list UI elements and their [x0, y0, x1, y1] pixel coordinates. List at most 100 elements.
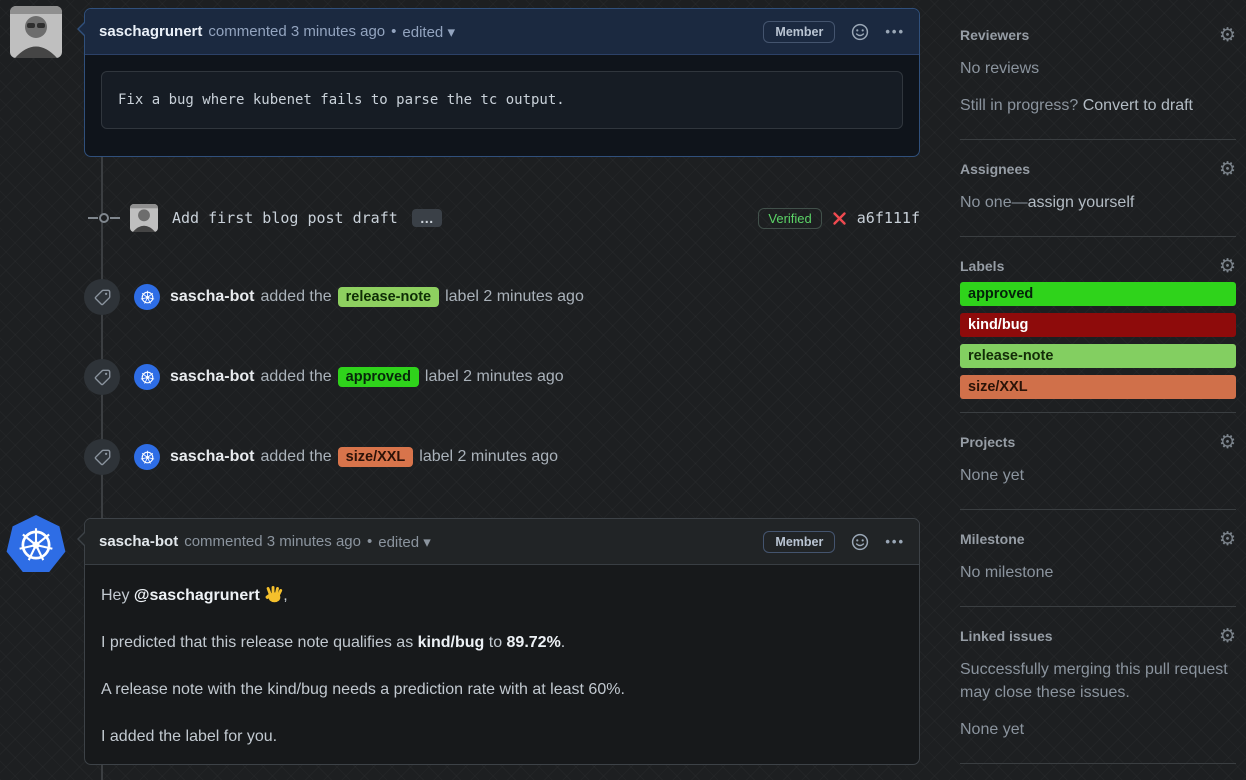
emoji-reaction-button[interactable]: [851, 533, 869, 551]
projects-section: Projects ⚙ None yet: [960, 413, 1236, 510]
label-chip[interactable]: approved: [338, 367, 419, 387]
reviewers-title: Reviewers: [960, 27, 1029, 43]
projects-empty-text: None yet: [960, 464, 1236, 487]
edited-dropdown[interactable]: edited ▾: [378, 533, 431, 551]
assign-yourself-link[interactable]: assign yourself: [1028, 194, 1135, 211]
tag-icon-circle: [84, 359, 120, 395]
comment-paragraph: Hey @saschagrunert ,: [101, 585, 903, 605]
commit-message-link[interactable]: Add first blog post draft: [172, 209, 398, 227]
kubernetes-wheel-icon: [139, 369, 156, 386]
comment-header: sascha-bot commented 3 minutes ago • edi…: [85, 519, 919, 565]
comment-paragraph: I added the label for you.: [101, 728, 903, 746]
label-chip[interactable]: size/XXL: [338, 447, 414, 467]
gear-icon[interactable]: ⚙: [1219, 629, 1236, 643]
assignees-section: Assignees ⚙ No one—assign yourself: [960, 140, 1236, 237]
sidebar: Reviewers ⚙ No reviews Still in progress…: [960, 0, 1236, 764]
tag-icon-circle: [84, 439, 120, 475]
gear-icon[interactable]: ⚙: [1219, 259, 1236, 273]
label-bar-approved[interactable]: approved: [960, 282, 1236, 306]
comment-timestamp[interactable]: commented 3 minutes ago: [208, 23, 385, 40]
label-event-row: sascha-bot added the approved label 2 mi…: [84, 359, 920, 395]
labels-section: Labels ⚙ approved kind/bug release-note …: [960, 237, 1236, 413]
comment-sascha-bot: sascha-bot commented 3 minutes ago • edi…: [84, 518, 920, 765]
failed-check-x-icon[interactable]: [832, 211, 847, 226]
event-actor[interactable]: sascha-bot: [170, 448, 254, 466]
avatar[interactable]: [10, 6, 62, 58]
comment-body: Fix a bug where kubenet fails to parse t…: [85, 55, 919, 145]
comment-author[interactable]: sascha-bot: [99, 533, 178, 550]
pr-conversation-page: saschagrunert commented 3 minutes ago • …: [0, 0, 1246, 780]
linked-issues-title: Linked issues: [960, 628, 1053, 644]
gear-icon[interactable]: ⚙: [1219, 532, 1236, 546]
emoji-reaction-button[interactable]: [851, 23, 869, 41]
label-bar-kind-bug[interactable]: kind/bug: [960, 313, 1236, 337]
assignees-title: Assignees: [960, 161, 1030, 177]
tag-icon: [94, 449, 111, 466]
event-action: added the: [260, 448, 331, 466]
bot-avatar[interactable]: [134, 364, 160, 390]
comment-saschagrunert: saschagrunert commented 3 minutes ago • …: [84, 8, 920, 157]
kebab-menu-icon[interactable]: •••: [885, 534, 905, 549]
event-action: added the: [260, 368, 331, 386]
commit-sha-link[interactable]: a6f111f: [857, 209, 920, 227]
projects-title: Projects: [960, 434, 1015, 450]
kubernetes-wheel-icon: [139, 289, 156, 306]
milestone-title: Milestone: [960, 531, 1025, 547]
label-bar-release-note[interactable]: release-note: [960, 344, 1236, 368]
verified-badge[interactable]: Verified: [758, 208, 821, 229]
gear-icon[interactable]: ⚙: [1219, 435, 1236, 449]
chevron-down-icon: ▾: [447, 24, 455, 41]
dot-separator: •: [391, 23, 396, 40]
smiley-icon: [851, 533, 869, 551]
event-action: added the: [260, 288, 331, 306]
event-suffix: label 2 minutes ago: [419, 448, 558, 466]
tag-icon: [94, 289, 111, 306]
git-commit-icon: [84, 210, 124, 226]
comment-header: saschagrunert commented 3 minutes ago • …: [85, 9, 919, 55]
labels-title: Labels: [960, 258, 1004, 274]
commit-author-avatar[interactable]: [130, 204, 158, 232]
tag-icon-circle: [84, 279, 120, 315]
smiley-icon: [851, 23, 869, 41]
commit-expand-button[interactable]: …: [412, 209, 442, 227]
comment-author[interactable]: saschagrunert: [99, 23, 202, 40]
linked-issues-desc: Successfully merging this pull request m…: [960, 658, 1236, 704]
chevron-down-icon: ▾: [423, 534, 431, 551]
comment-paragraph: A release note with the kind/bug needs a…: [101, 681, 903, 699]
milestone-empty-text: No milestone: [960, 561, 1236, 584]
bot-avatar[interactable]: [134, 284, 160, 310]
gear-icon[interactable]: ⚙: [1219, 28, 1236, 42]
member-badge[interactable]: Member: [763, 531, 835, 553]
bot-avatar[interactable]: [134, 444, 160, 470]
member-badge[interactable]: Member: [763, 21, 835, 43]
draft-hint-text: Still in progress?: [960, 97, 1083, 114]
kebab-menu-icon[interactable]: •••: [885, 24, 905, 39]
event-actor[interactable]: sascha-bot: [170, 288, 254, 306]
gear-icon[interactable]: ⚙: [1219, 162, 1236, 176]
linked-issues-section: Linked issues ⚙ Successfully merging thi…: [960, 607, 1236, 764]
commit-event-row: Add first blog post draft … Verified a6f…: [84, 202, 920, 234]
label-event-row: sascha-bot added the release-note label …: [84, 279, 920, 315]
assignees-empty-text: No one—: [960, 194, 1028, 211]
kubernetes-wheel-icon: [139, 449, 156, 466]
reviewers-empty-text: No reviews: [960, 57, 1236, 80]
event-suffix: label 2 minutes ago: [425, 368, 564, 386]
convert-to-draft-link[interactable]: Convert to draft: [1083, 97, 1193, 114]
edited-dropdown[interactable]: edited ▾: [402, 23, 455, 41]
bot-avatar-large[interactable]: [6, 515, 66, 575]
user-photo-icon: [10, 6, 62, 58]
event-actor[interactable]: sascha-bot: [170, 368, 254, 386]
wave-emoji-icon: [264, 585, 283, 604]
milestone-section: Milestone ⚙ No milestone: [960, 510, 1236, 607]
comment-timestamp[interactable]: commented 3 minutes ago: [184, 533, 361, 550]
event-suffix: label 2 minutes ago: [445, 288, 584, 306]
label-chip[interactable]: release-note: [338, 287, 439, 307]
label-bar-size-xxl[interactable]: size/XXL: [960, 375, 1236, 399]
speech-arrow-fill: [71, 531, 87, 547]
label-event-row: sascha-bot added the size/XXL label 2 mi…: [84, 439, 920, 475]
dot-separator: •: [367, 533, 372, 550]
comment-paragraph: I predicted that this release note quali…: [101, 634, 903, 652]
tag-icon: [94, 369, 111, 386]
user-mention-link[interactable]: @saschagrunert: [134, 587, 260, 604]
code-block: Fix a bug where kubenet fails to parse t…: [101, 71, 903, 129]
